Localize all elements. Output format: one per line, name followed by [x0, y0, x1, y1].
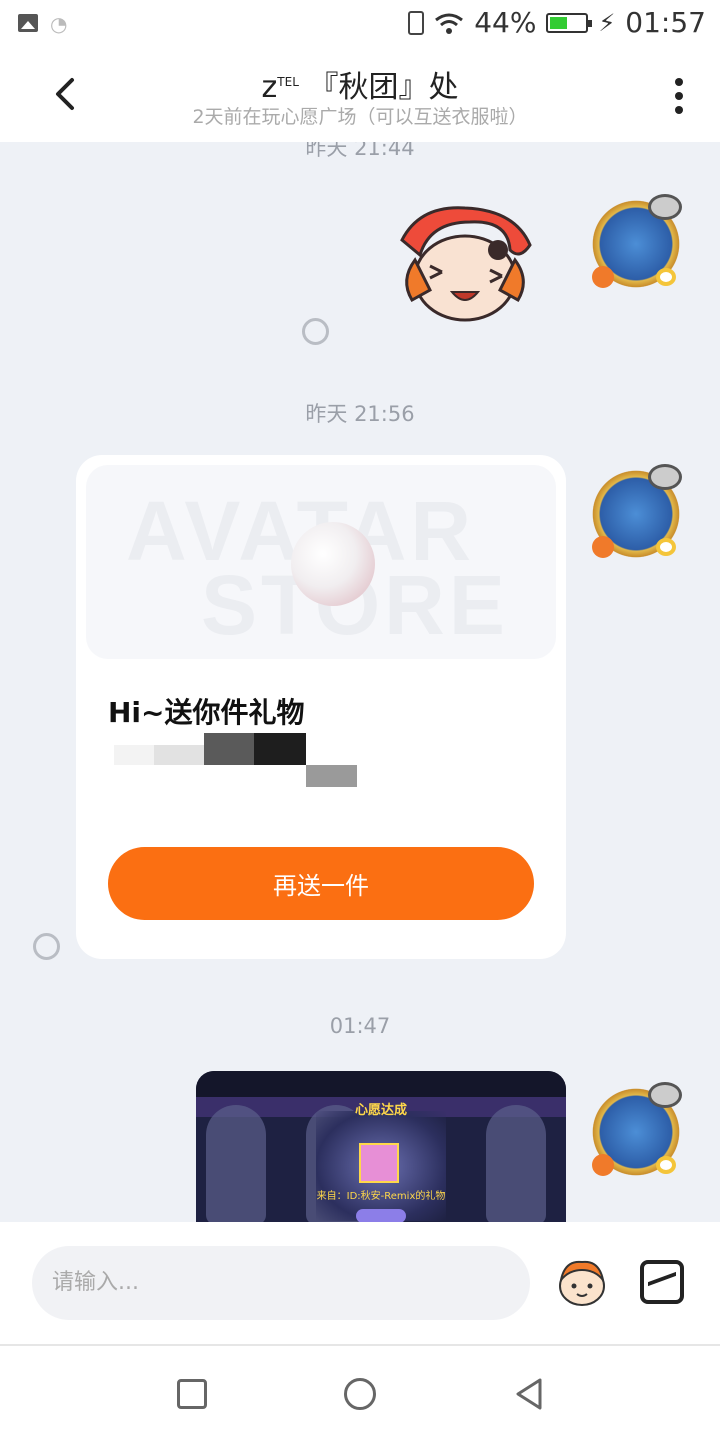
- screenshot-gift-box-icon: [359, 1143, 399, 1183]
- chat-subtitle: 2天前在玩心愿广场（可以互送衣服啦）: [192, 106, 528, 128]
- user-avatar[interactable]: [590, 464, 682, 560]
- title-prefix: z: [261, 70, 278, 105]
- image-picker-icon[interactable]: [640, 1260, 684, 1304]
- sticker-image[interactable]: [390, 200, 540, 330]
- screenshot-wish-title: 心愿达成: [354, 1103, 407, 1118]
- gallery-notification-icon: [18, 14, 38, 32]
- status-bar: ◔ 44% ⚡ 01:57: [0, 0, 720, 50]
- battery-percent: 44%: [474, 6, 537, 39]
- screenshot-figure: [206, 1105, 266, 1222]
- home-icon[interactable]: [344, 1378, 376, 1410]
- gift-item-image: [291, 522, 375, 606]
- input-bar: [0, 1222, 720, 1344]
- chat-title: zTEL 『秋团』处: [0, 62, 720, 106]
- status-right-group: 44% ⚡ 01:57: [408, 6, 706, 39]
- redacted-text-block: [154, 745, 204, 765]
- gift-headline: Hi~送你件礼物: [108, 696, 305, 729]
- battery-icon: [546, 12, 593, 33]
- redacted-text-block: [306, 765, 357, 787]
- timestamp: 昨天 21:44: [305, 142, 415, 160]
- message-input[interactable]: [32, 1246, 530, 1320]
- send-again-button[interactable]: 再送一件: [108, 847, 534, 920]
- timestamp: 01:47: [329, 1014, 391, 1038]
- system-back-icon[interactable]: [512, 1376, 546, 1412]
- redacted-text-block: [204, 733, 254, 765]
- redacted-text-block: [254, 733, 306, 765]
- wifi-icon: [434, 12, 464, 34]
- gift-card[interactable]: AVATAR STORE Hi~送你件礼物 再送一件: [76, 455, 566, 959]
- timestamp: 昨天 21:56: [305, 402, 415, 426]
- chat-header: zTEL 『秋团』处 2天前在玩心愿广场（可以互送衣服啦）: [0, 50, 720, 142]
- recent-apps-icon[interactable]: [177, 1379, 207, 1409]
- screenshot-from-text: 来自：ID:秋安-Remix的礼物: [316, 1191, 446, 1202]
- clock: 01:57: [625, 6, 706, 39]
- sticker-picker-icon[interactable]: [555, 1258, 609, 1308]
- screenshot-pill-button: [356, 1209, 406, 1222]
- screenshot-image-message[interactable]: 心愿达成 来自：ID:秋安-Remix的礼物: [196, 1071, 566, 1222]
- title-sup: TEL: [277, 75, 299, 89]
- screenshot-status-strip: [196, 1071, 566, 1097]
- wifi-question-icon: ◔: [50, 12, 68, 36]
- user-avatar[interactable]: [590, 1082, 682, 1178]
- read-status-indicator: [33, 933, 60, 960]
- title-main: 『秋团』处: [308, 70, 459, 105]
- user-avatar[interactable]: [590, 194, 682, 290]
- redacted-text-block: [114, 745, 154, 765]
- screenshot-figure: [486, 1105, 546, 1222]
- gift-banner: AVATAR STORE: [86, 465, 556, 659]
- more-menu-icon[interactable]: [674, 78, 684, 114]
- read-status-indicator: [302, 318, 329, 345]
- charging-icon: ⚡: [598, 8, 616, 37]
- vibrate-icon: [408, 10, 425, 35]
- chat-area[interactable]: 昨天 21:44 昨天 21:56 AVATAR STORE Hi~送你件礼物 …: [0, 142, 720, 1222]
- system-nav-bar: [0, 1344, 720, 1440]
